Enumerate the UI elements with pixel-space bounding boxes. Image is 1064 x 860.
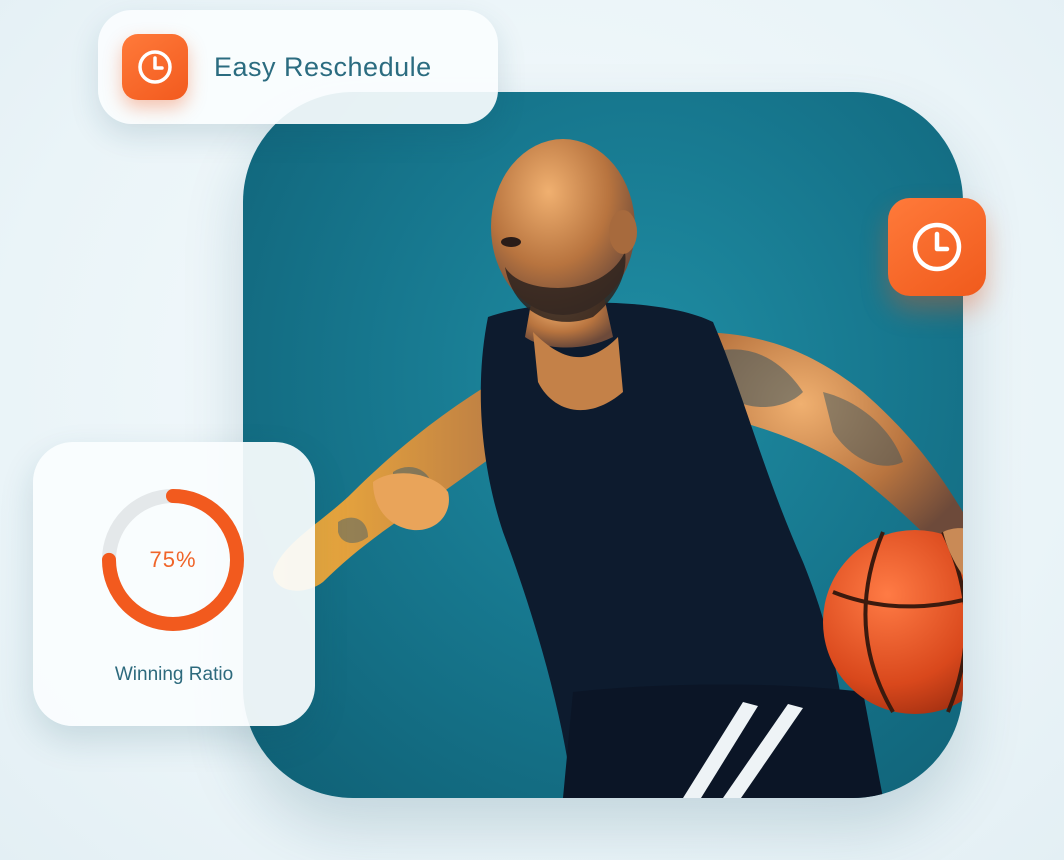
reschedule-icon-tile bbox=[122, 34, 188, 100]
basketball bbox=[823, 530, 963, 714]
clock-icon bbox=[138, 50, 172, 84]
ratio-percentage: 75% bbox=[149, 547, 197, 572]
easy-reschedule-card[interactable]: Easy Reschedule bbox=[98, 10, 498, 124]
athlete-photo-panel bbox=[243, 92, 963, 798]
winning-ratio-card: 75% Winning Ratio bbox=[33, 442, 315, 726]
floating-clock-tile bbox=[888, 198, 986, 296]
reschedule-label: Easy Reschedule bbox=[214, 51, 432, 82]
clock-icon bbox=[912, 222, 962, 272]
ratio-label: Winning Ratio bbox=[114, 664, 234, 685]
basketball-player-illustration bbox=[273, 139, 963, 798]
hero-illustration: Easy Reschedule 75% Winning Ratio bbox=[0, 0, 1064, 860]
